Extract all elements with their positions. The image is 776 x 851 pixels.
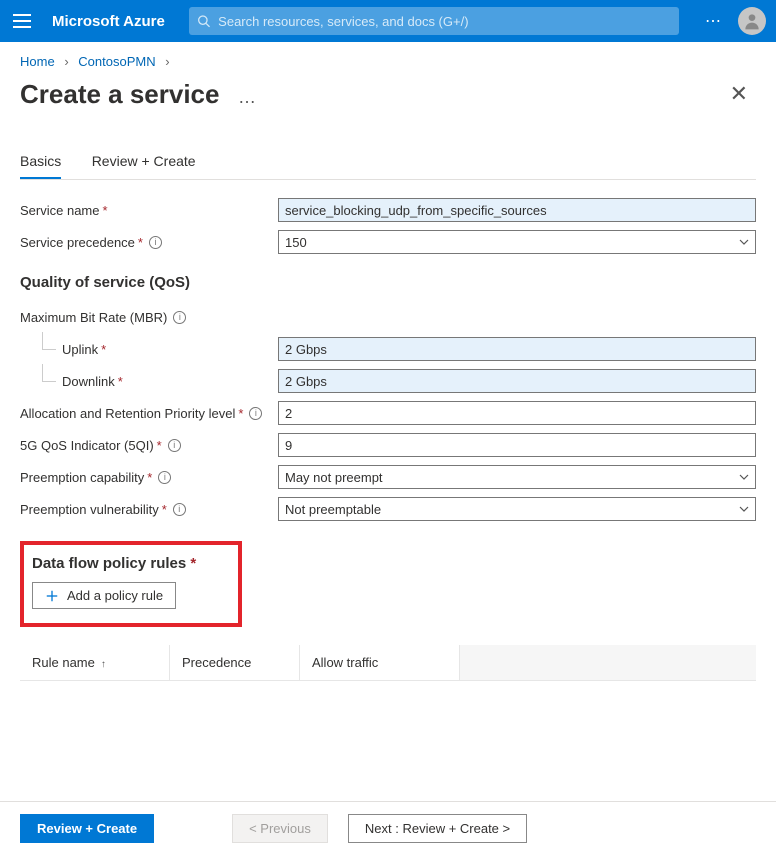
dataflow-heading: Data flow policy rules * [32, 555, 196, 572]
tab-basics[interactable]: Basics [20, 145, 61, 179]
more-icon[interactable]: ⋯ [695, 11, 732, 31]
chevron-down-icon [739, 237, 749, 247]
add-policy-rule-label: Add a policy rule [67, 588, 163, 603]
review-create-button[interactable]: Review + Create [20, 814, 154, 843]
label-mbr: Maximum Bit Rate (MBR)i [20, 310, 278, 325]
info-icon[interactable]: i [173, 311, 186, 324]
title-more-icon[interactable]: … [238, 87, 258, 107]
form-basics: Service name* Service precedence*i 150 Q… [0, 180, 776, 681]
service-precedence-select[interactable]: 150 [278, 230, 756, 254]
col-precedence[interactable]: Precedence [170, 645, 300, 680]
chevron-right-icon: › [159, 54, 175, 69]
col-allow-traffic[interactable]: Allow traffic [300, 645, 460, 680]
breadcrumb-home[interactable]: Home [20, 54, 55, 69]
label-preempt-cap: Preemption capability*i [20, 470, 278, 485]
preempt-vul-value: Not preemptable [285, 502, 381, 517]
tab-review[interactable]: Review + Create [92, 145, 196, 177]
close-icon[interactable]: ✕ [722, 77, 756, 111]
data-flow-policy-rules-section: Data flow policy rules * Add a policy ru… [20, 541, 242, 627]
label-preempt-vul: Preemption vulnerability*i [20, 502, 278, 517]
next-button[interactable]: Next : Review + Create > [348, 814, 527, 843]
menu-icon[interactable] [10, 9, 34, 33]
sort-asc-icon: ↑ [101, 659, 106, 670]
previous-button[interactable]: < Previous [232, 814, 328, 843]
brand-label[interactable]: Microsoft Azure [52, 13, 165, 30]
search-icon [197, 14, 210, 28]
info-icon[interactable]: i [173, 503, 186, 516]
label-downlink: Downlink* [20, 374, 278, 389]
label-5qi: 5G QoS Indicator (5QI)*i [20, 438, 278, 453]
info-icon[interactable]: i [149, 236, 162, 249]
preempt-cap-select[interactable]: May not preempt [278, 465, 756, 489]
label-service-precedence: Service precedence*i [20, 235, 278, 250]
label-uplink: Uplink* [20, 342, 278, 357]
global-search[interactable] [189, 7, 679, 35]
search-input[interactable] [218, 14, 671, 29]
page-title: Create a service [20, 79, 219, 110]
qi-input[interactable] [278, 433, 756, 457]
global-header: Microsoft Azure ⋯ [0, 0, 776, 42]
service-precedence-value: 150 [285, 235, 307, 250]
add-policy-rule-button[interactable]: Add a policy rule [32, 582, 176, 609]
horizontal-scrollbar[interactable] [0, 843, 776, 851]
service-name-input[interactable] [278, 198, 756, 222]
label-arp: Allocation and Retention Priority level*… [20, 406, 278, 421]
chevron-right-icon: › [58, 54, 74, 69]
arp-input[interactable] [278, 401, 756, 425]
info-icon[interactable]: i [168, 439, 181, 452]
tabs: Basics Review + Create [0, 121, 776, 179]
footer-bar: Review + Create < Previous Next : Review… [0, 801, 776, 843]
uplink-input[interactable] [278, 337, 756, 361]
info-icon[interactable]: i [158, 471, 171, 484]
col-empty [460, 645, 756, 680]
page-title-bar: Create a service … ✕ [0, 75, 776, 121]
avatar[interactable] [738, 7, 766, 35]
qos-heading: Quality of service (QoS) [20, 274, 756, 291]
plus-icon [45, 589, 59, 603]
info-icon[interactable]: i [249, 407, 262, 420]
policy-rules-table-header: Rule name↑ Precedence Allow traffic [20, 645, 756, 681]
chevron-down-icon [739, 472, 749, 482]
preempt-vul-select[interactable]: Not preemptable [278, 497, 756, 521]
col-rule-name[interactable]: Rule name↑ [20, 645, 170, 680]
preempt-cap-value: May not preempt [285, 470, 383, 485]
breadcrumb: Home › ContosoPMN › [0, 42, 776, 75]
downlink-input[interactable] [278, 369, 756, 393]
breadcrumb-item[interactable]: ContosoPMN [78, 54, 155, 69]
user-icon [742, 11, 762, 31]
chevron-down-icon [739, 504, 749, 514]
label-service-name: Service name* [20, 203, 278, 218]
